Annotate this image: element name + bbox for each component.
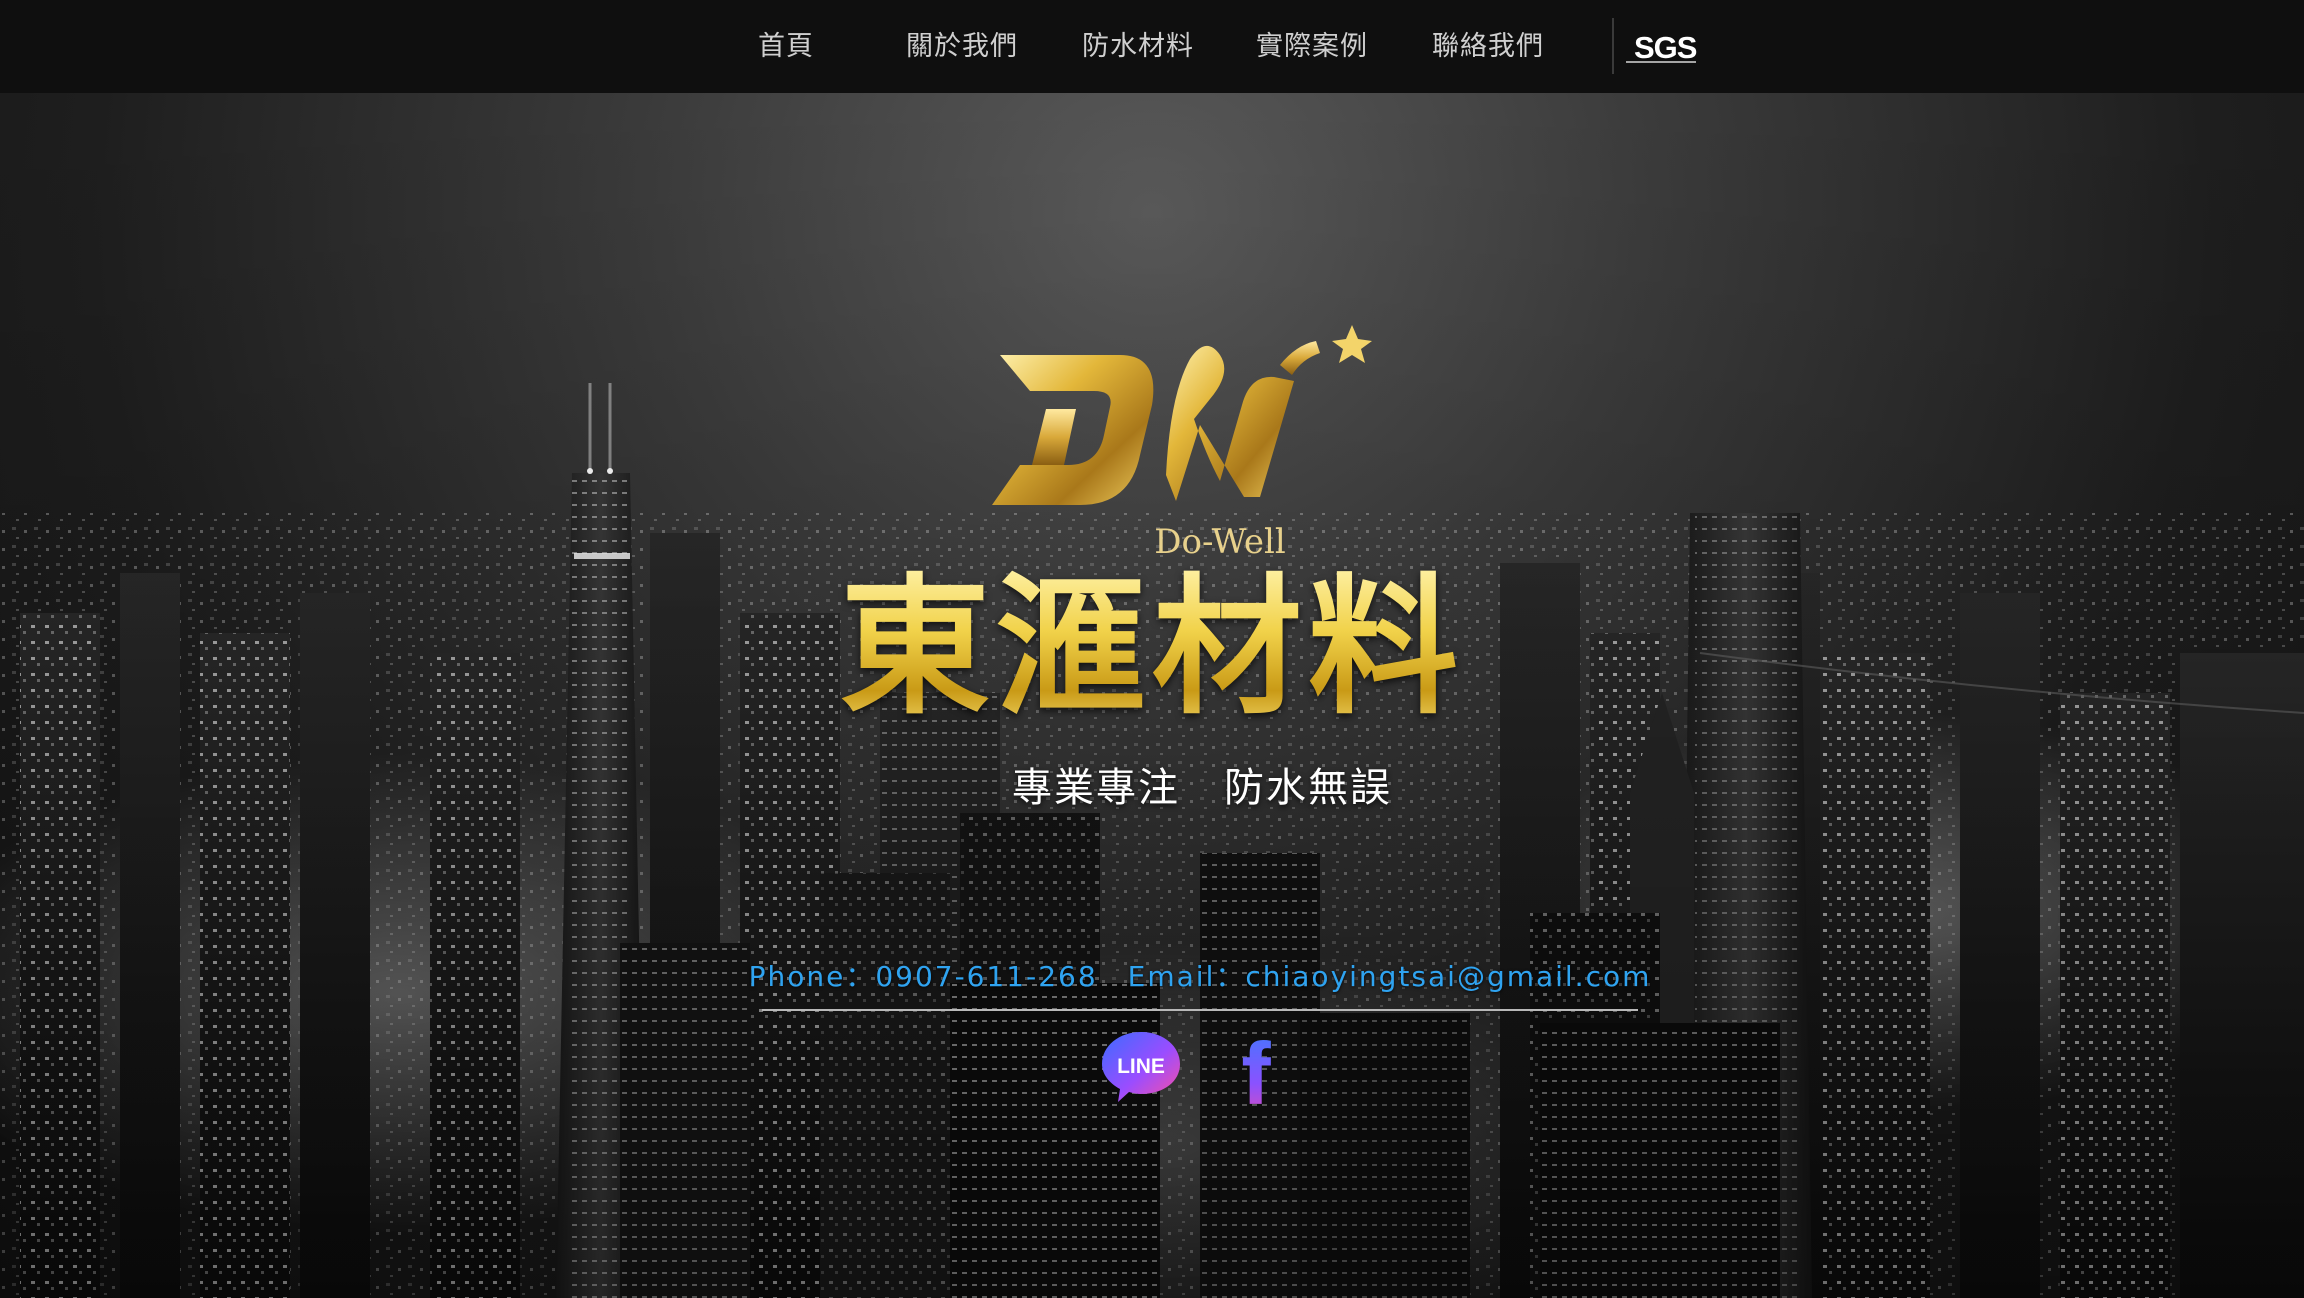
do-well-logo: Do-Well bbox=[992, 325, 1372, 562]
slogan: 專業專注 防水無誤 bbox=[0, 755, 2304, 813]
do-well-logo-text: Do-Well bbox=[1154, 522, 1285, 562]
nav-item-home[interactable]: 首頁 bbox=[758, 0, 814, 93]
contact-info: Phone：0907-611-268 Email：chiaoyingtsai@gm… bbox=[0, 955, 2304, 995]
phone-link[interactable]: Phone：0907-611-268 bbox=[749, 960, 1098, 993]
facebook-icon-glyph: f bbox=[1241, 1028, 1271, 1110]
sgs-logo[interactable]: SGS bbox=[1626, 24, 1698, 68]
nav-item-waterproof-materials[interactable]: 防水材料 bbox=[1082, 0, 1194, 93]
contact-divider bbox=[762, 1009, 1638, 1011]
line-icon[interactable]: LINE bbox=[1100, 1028, 1182, 1110]
nav-item-cases[interactable]: 實際案例 bbox=[1256, 0, 1368, 93]
brand-name-heading: 東滙材料 bbox=[0, 563, 2304, 733]
page: 首頁 關於我們 防水材料 實際案例 聯絡我們 SGS Do-Well 東滙材料 … bbox=[0, 0, 2304, 1298]
sgs-logo-text: SGS bbox=[1634, 30, 1697, 65]
nav-item-about[interactable]: 關於我們 bbox=[906, 0, 1018, 93]
line-icon-text: LINE bbox=[1117, 1055, 1165, 1078]
slogan-part-2: 防水無誤 bbox=[1224, 765, 1392, 811]
facebook-icon[interactable]: f bbox=[1216, 1028, 1298, 1110]
slogan-part-1: 專業專注 bbox=[1012, 765, 1180, 811]
email-link[interactable]: Email：chiaoyingtsai@gmail.com bbox=[1128, 960, 1652, 993]
nav-item-contact[interactable]: 聯絡我們 bbox=[1432, 0, 1544, 93]
top-nav-bar: 首頁 關於我們 防水材料 實際案例 聯絡我們 SGS bbox=[0, 0, 2304, 93]
nav-divider bbox=[1612, 18, 1614, 74]
hero-section: Do-Well 東滙材料 專業專注 防水無誤 Phone：0907-611-268… bbox=[0, 93, 2304, 1298]
